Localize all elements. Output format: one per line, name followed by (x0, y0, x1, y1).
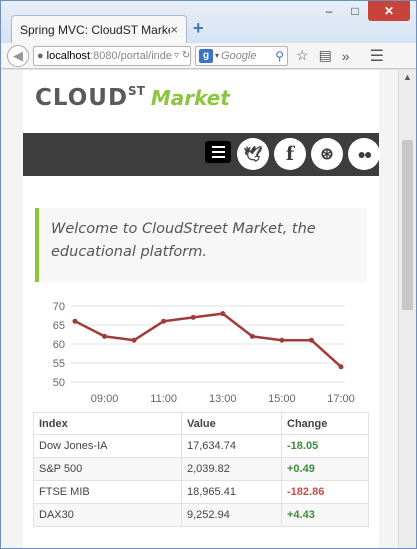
data-point[interactable] (190, 314, 196, 320)
x-tick-label: 11:00 (150, 393, 177, 405)
facebook-icon[interactable]: f (274, 138, 306, 170)
url-host: localhost (46, 49, 91, 62)
vertical-scrollbar[interactable]: ▲ (398, 70, 416, 548)
chevron-down-icon[interactable]: ▾ (215, 51, 219, 60)
index-value: 9,252.94 (181, 503, 282, 527)
series-line (74, 312, 342, 368)
data-point[interactable] (72, 318, 78, 324)
browser-window: – □ ✕ Spring MVC: CloudST Market × + ◀ ●… (0, 0, 417, 549)
index-change: -18.05 (281, 434, 369, 458)
y-tick-label: 60 (53, 339, 65, 351)
table-row[interactable]: FTSE MIB 18,965.41 -182.86 (33, 480, 369, 504)
logo-cloud: CLOUD (35, 85, 129, 111)
window-controls: – □ ✕ (316, 1, 410, 21)
header-value[interactable]: Value (181, 412, 282, 435)
scroll-thumb[interactable] (402, 140, 413, 310)
index-line-chart: 70 65 60 55 50 09:00 11:00 13:00 15:00 17:00 (53, 301, 355, 405)
menu-icon[interactable]: ☰ (370, 46, 384, 66)
minimize-button[interactable]: – (316, 1, 342, 21)
hamburger-menu-icon[interactable] (205, 141, 231, 163)
data-point[interactable] (279, 337, 285, 343)
back-button[interactable]: ◀ (7, 44, 29, 67)
address-bar[interactable]: ● localhost:8080/portal/inde ▿ ↻ (33, 45, 191, 66)
reload-icon[interactable]: ▿ ↻ (172, 50, 190, 61)
twitter-icon[interactable]: 🕊 (237, 138, 269, 170)
data-point[interactable] (131, 337, 137, 343)
index-change: +4.43 (281, 503, 369, 527)
title-bar: – □ ✕ Spring MVC: CloudST Market × + (1, 1, 416, 43)
dribbble-icon[interactable]: ⊛ (311, 138, 343, 170)
header-index[interactable]: Index (33, 412, 182, 435)
search-engine-icon[interactable]: g (199, 48, 213, 63)
close-window-button[interactable]: ✕ (368, 1, 410, 21)
globe-icon: ● (37, 49, 44, 62)
flickr-icon[interactable]: ●● (348, 138, 380, 170)
page-viewport: CLOUDST Market 🕊 f ⊛ ●● Welcome to CloudS… (1, 70, 416, 548)
index-value: 17,634.74 (181, 434, 282, 458)
toolbar-icons: ☆ ▤ » ☰ (296, 46, 384, 66)
data-point[interactable] (220, 311, 226, 317)
index-name: S&P 500 (33, 457, 182, 481)
scroll-up-icon[interactable]: ▲ (403, 72, 412, 82)
y-tick-label: 55 (53, 358, 65, 370)
welcome-text: Welcome to CloudStreet Market, the educa… (51, 221, 316, 260)
index-name: DAX30 (33, 503, 182, 527)
index-name: FTSE MIB (33, 480, 182, 504)
tab-close-icon[interactable]: × (170, 22, 178, 37)
index-value: 2,039.82 (181, 457, 282, 481)
reading-list-icon[interactable]: ▤ (319, 47, 332, 64)
index-change: -182.86 (281, 480, 369, 504)
x-tick-label: 13:00 (209, 393, 237, 405)
tab-title: Spring MVC: CloudST Market (20, 22, 171, 37)
welcome-callout: Welcome to CloudStreet Market, the educa… (35, 208, 367, 282)
y-tick-label: 65 (53, 320, 65, 332)
data-point[interactable] (308, 337, 314, 343)
data-point[interactable] (249, 333, 255, 339)
url-path: :8080/portal/inde (90, 49, 173, 62)
site-nav-bar: 🕊 f ⊛ ●● (23, 133, 380, 176)
table-row[interactable]: S&P 500 2,039.82 +0.49 (33, 457, 369, 481)
y-tick-label: 50 (53, 377, 65, 389)
logo-st: ST (128, 84, 145, 98)
back-arrow-icon: ◀ (13, 47, 23, 63)
table-row[interactable]: DAX30 9,252.94 +4.43 (33, 503, 369, 527)
search-bar[interactable]: g ▾ Google ⚲ (195, 45, 288, 66)
header-change[interactable]: Change (281, 412, 369, 435)
data-point[interactable] (102, 333, 108, 339)
index-change: +0.49 (281, 457, 369, 481)
web-page: CLOUDST Market 🕊 f ⊛ ●● Welcome to CloudS… (23, 70, 380, 548)
y-tick-label: 70 (53, 301, 65, 313)
browser-tab[interactable]: Spring MVC: CloudST Market × (11, 15, 187, 43)
table-row[interactable]: Dow Jones-IA 17,634.74 -18.05 (33, 434, 369, 458)
x-tick-label: 09:00 (91, 393, 119, 405)
overflow-chevron-icon[interactable]: » (342, 48, 350, 64)
bookmark-star-icon[interactable]: ☆ (296, 47, 309, 64)
search-icon[interactable]: ⚲ (275, 49, 284, 63)
indices-table: Index Value Change Dow Jones-IA 17,634.74… (33, 412, 369, 527)
data-point[interactable] (338, 364, 344, 370)
navigation-toolbar: ◀ ● localhost:8080/portal/inde ▿ ↻ g ▾ G… (1, 43, 416, 69)
data-point[interactable] (161, 318, 167, 324)
index-value: 18,965.41 (181, 480, 282, 504)
table-header-row: Index Value Change (33, 412, 369, 435)
x-tick-label: 15:00 (268, 393, 296, 405)
site-logo[interactable]: CLOUDST Market (35, 84, 230, 111)
maximize-button[interactable]: □ (342, 1, 368, 21)
new-tab-button[interactable]: + (193, 18, 204, 39)
logo-market: Market (150, 86, 230, 110)
search-placeholder: Google (221, 49, 257, 62)
x-tick-label: 17:00 (327, 393, 355, 405)
index-name: Dow Jones-IA (33, 434, 182, 458)
